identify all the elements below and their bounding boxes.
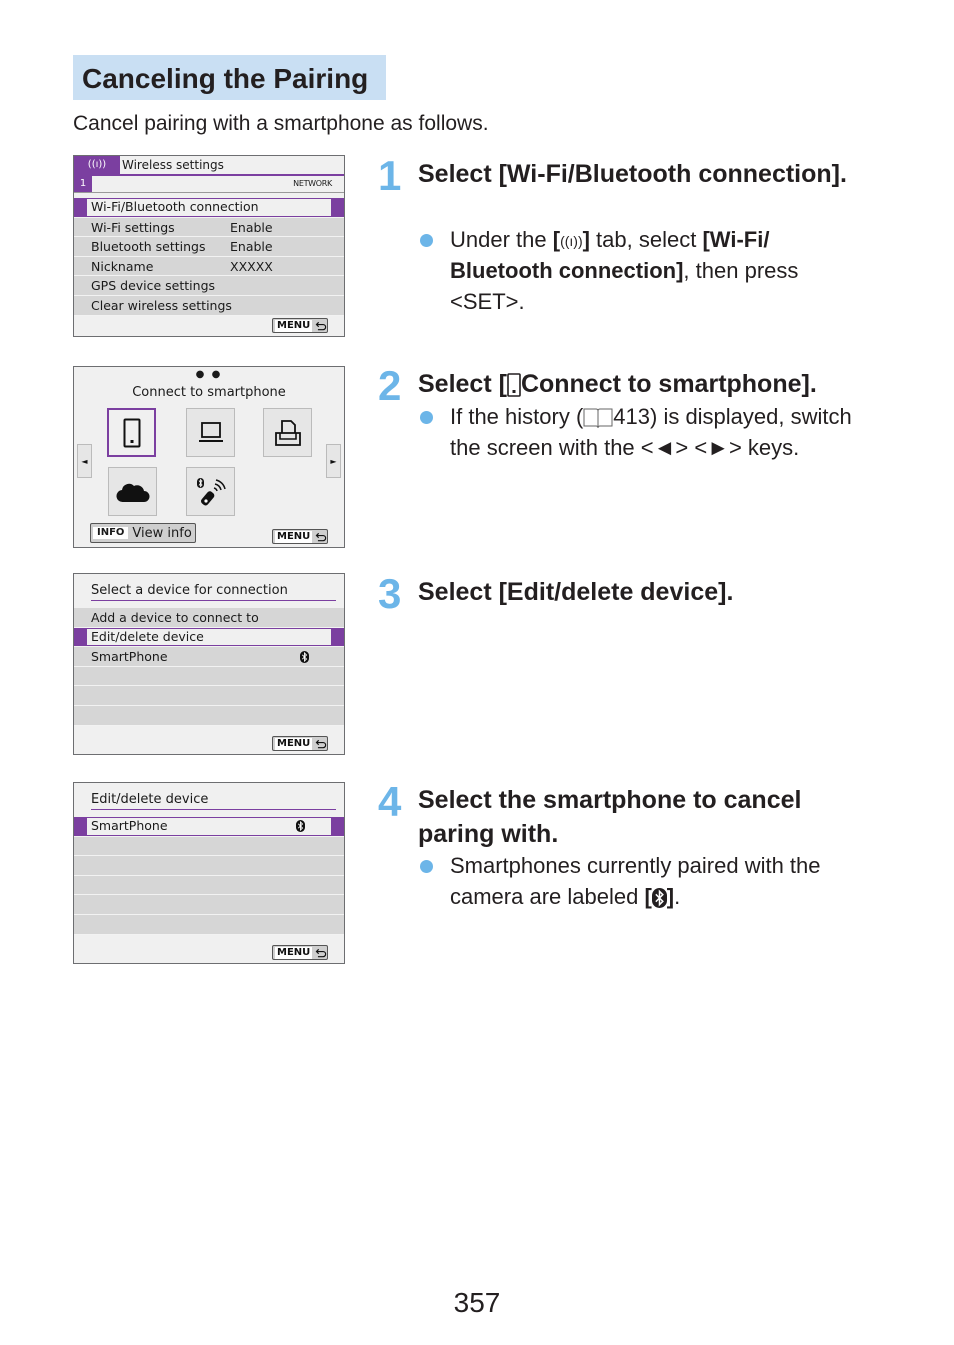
left-arrow-icon: ◄ [81,456,88,466]
tile-smartphone[interactable] [107,408,156,457]
tile-computer[interactable] [186,408,235,457]
menu-item-smartphone[interactable]: SmartPhone [74,817,344,837]
screen-edit-delete-device: Edit/delete device SmartPhone MENU [73,782,345,964]
step-bullet: Under the [((ı))] tab, select [Wi-Fi/ Bl… [418,225,858,317]
empty-row [74,705,344,726]
tile-cloud[interactable] [108,467,157,516]
back-arrow-icon [315,532,327,541]
left-arrow-button[interactable]: ◄ [77,444,92,478]
empty-row [74,895,344,915]
book-reference-icon [583,408,613,429]
step-bullet: If the history (413) is displayed, switc… [418,402,858,463]
right-arrow-button[interactable]: ► [326,444,341,478]
computer-icon [198,421,223,442]
empty-row [74,666,344,687]
menu-item-add-device[interactable]: Add a device to connect to [74,608,344,628]
bluetooth-icon [651,887,667,908]
menu-item-bluetooth-settings[interactable]: Bluetooth settings Enable [74,237,344,257]
bullet-dot [420,411,433,424]
smartphone-icon [507,373,521,398]
menu-item-value: Enable [230,239,273,255]
set-button-label: <SET>. [450,288,525,314]
printer-icon [274,419,301,446]
page-dots: ● ● [195,369,223,380]
menu-item-smartphone[interactable]: SmartPhone [74,647,344,667]
menu-item-value: XXXXX [230,258,273,274]
menu-item-gps-device-settings[interactable]: GPS device settings [74,276,344,296]
menu-back-button[interactable]: MENU [272,945,328,960]
menu-item-wifi-bluetooth-connection[interactable]: Wi-Fi/Bluetooth connection [74,198,344,218]
bluetooth-icon [296,820,305,832]
step-number: 3 [378,570,402,617]
page-number: 357 [453,1287,501,1318]
back-arrow-icon [315,948,327,957]
sub-bar: 1 NETWORK [74,176,344,193]
step-number: 4 [378,778,402,825]
bullet-dot [420,860,433,873]
menu-item-nickname[interactable]: Nickname XXXXX [74,256,344,277]
category-label: NETWORK [293,179,332,188]
page-number-tab[interactable]: 1 [74,176,92,192]
screen-title: Connect to smartphone [132,385,286,400]
menu-back-button[interactable]: MENU [272,529,328,544]
tile-printer[interactable] [263,408,312,457]
screen-title: Edit/delete device [91,791,336,810]
tab-bar: ((ı)) Wireless settings [74,156,344,176]
bluetooth-icon [300,651,309,664]
step-number: 1 [378,152,402,199]
step-bullet: Smartphones currently paired with the ca… [418,851,858,912]
screen-wireless-settings: ((ı)) Wireless settings 1 NETWORK Wi-Fi/… [73,155,345,337]
empty-row [74,856,344,876]
step-heading: Select the smartphone to cancel paring w… [418,786,802,848]
screen-select-device: Select a device for connection Add a dev… [73,573,345,755]
tab-title: Wireless settings [122,158,224,172]
step-number: 2 [378,362,402,409]
empty-row [74,686,344,706]
intro-text: Cancel pairing with a smartphone as foll… [73,112,489,135]
wireless-icon: ((ı)) [560,232,583,249]
right-arrow-icon: ► [330,456,337,466]
empty-row [74,875,344,896]
menu-back-button[interactable]: MENU [272,736,328,751]
wireless-tab[interactable]: ((ı)) [74,156,120,174]
screen-title: Select a device for connection [91,582,336,601]
menu-item-clear-wireless-settings[interactable]: Clear wireless settings [74,295,344,316]
menu-item-edit-delete-device[interactable]: Edit/delete device [74,627,344,648]
menu-item-wifi-settings[interactable]: Wi-Fi settings Enable [74,217,344,238]
step-heading: Select [Edit/delete device]. [418,578,734,606]
back-arrow-icon [315,739,327,748]
cloud-icon [115,483,149,502]
empty-row [74,914,344,935]
section-title: Canceling the Pairing [73,55,386,100]
wireless-icon: ((ı)) [87,159,107,170]
bluetooth-remote-icon [196,477,226,505]
step-heading: Select [Connect to smartphone]. [418,370,817,398]
menu-item-value: Enable [230,219,273,235]
menu-back-button[interactable]: MENU [272,318,328,333]
bullet-dot [420,234,433,247]
page-reference[interactable]: 413 [613,404,650,429]
step-heading: Select [Wi-Fi/Bluetooth connection]. [418,160,847,188]
smartphone-icon [123,418,140,447]
tile-bluetooth-remote[interactable] [186,467,235,516]
empty-row [74,836,344,857]
screen-connect-to-smartphone: ● ● Connect to smartphone ◄ ► INFO View … [73,366,345,548]
back-arrow-icon [315,321,327,330]
view-info-button[interactable]: INFO View info [90,523,196,543]
